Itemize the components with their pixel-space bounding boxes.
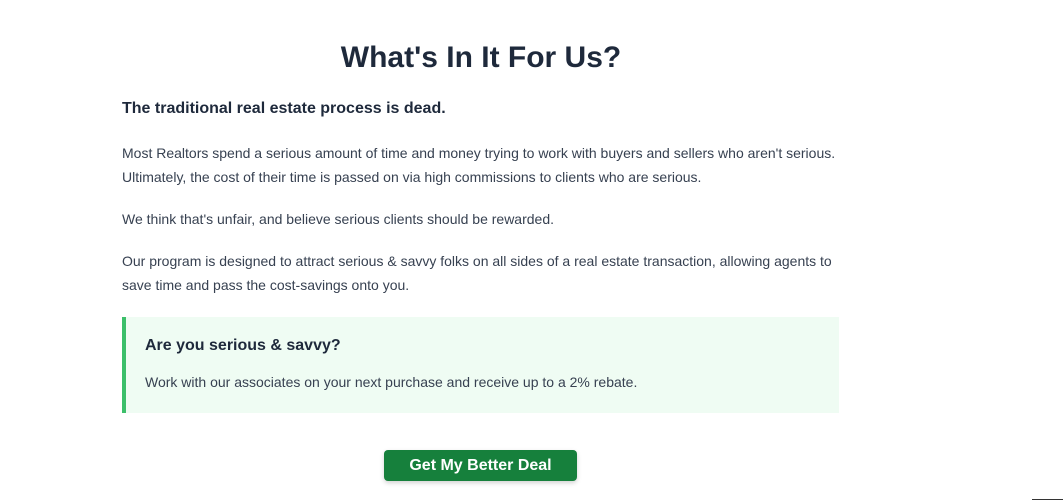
rebate-callout: Are you serious & savvy? Work with our a… [122, 317, 839, 413]
callout-text: Work with our associates on your next pu… [145, 374, 638, 390]
main-content: The traditional real estate process is d… [122, 96, 839, 413]
section-subtitle: The traditional real estate process is d… [122, 100, 446, 117]
page-title: What's In It For Us? [340, 41, 622, 74]
paragraph-unfair: We think that's unfair, and believe seri… [122, 211, 554, 227]
callout-title: Are you serious & savvy? [145, 337, 341, 354]
paragraph-program: Our program is designed to attract serio… [122, 253, 832, 293]
get-better-deal-button[interactable]: Get My Better Deal [384, 450, 577, 481]
paragraph-realtors-cost: Most Realtors spend a serious amount of … [122, 145, 836, 185]
